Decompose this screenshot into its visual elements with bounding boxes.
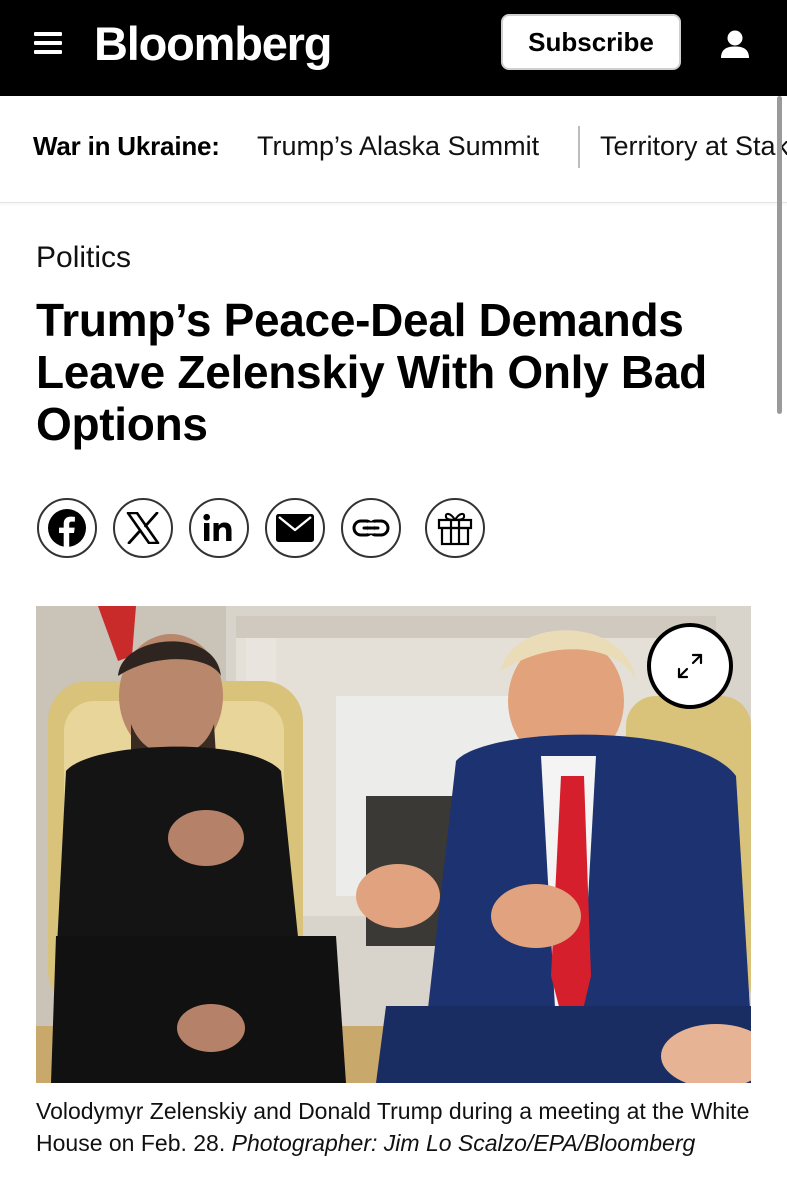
gift-article-button[interactable] [425,498,485,558]
photo-caption: Volodymyr Zelenskiy and Donald Trump dur… [36,1095,756,1159]
photo-credit: Photographer: Jim Lo Scalzo/EPA/Bloomber… [231,1130,696,1156]
section-label[interactable]: Politics [36,241,131,275]
copy-link-button[interactable] [341,498,401,558]
user-account-icon[interactable] [719,28,751,60]
page-scrollbar[interactable] [777,96,782,414]
linkedin-icon [203,513,232,541]
x-icon [126,512,160,544]
share-email-button[interactable] [265,498,325,558]
topic-divider [578,126,580,168]
share-linkedin-button[interactable] [189,498,249,558]
facebook-icon [48,509,86,548]
top-navigation-bar: Bloomberg Subscribe [0,0,787,96]
topic-link-alaska-summit[interactable]: Trump’s Alaska Summit [257,131,539,162]
share-facebook-button[interactable] [37,498,97,558]
expand-icon [677,653,703,679]
copy-link-icon [352,519,390,537]
subscribe-button[interactable]: Subscribe [501,14,681,70]
expand-image-button[interactable] [647,623,733,709]
share-x-button[interactable] [113,498,173,558]
article-lead-photo[interactable] [36,606,751,1083]
gift-icon [437,512,473,546]
article-headline: Trump’s Peace-Deal Demands Leave Zelensk… [36,294,707,450]
bloomberg-logo[interactable]: Bloomberg [94,14,332,74]
topic-label: War in Ukraine: [33,131,220,161]
hamburger-menu-icon[interactable] [34,30,62,56]
email-icon [276,514,314,542]
meeting-photo [36,606,751,1083]
topic-link-territory[interactable]: Territory at Stake [600,131,787,162]
topic-navigation: War in Ukraine: Trump’s Alaska Summit Te… [0,96,787,203]
